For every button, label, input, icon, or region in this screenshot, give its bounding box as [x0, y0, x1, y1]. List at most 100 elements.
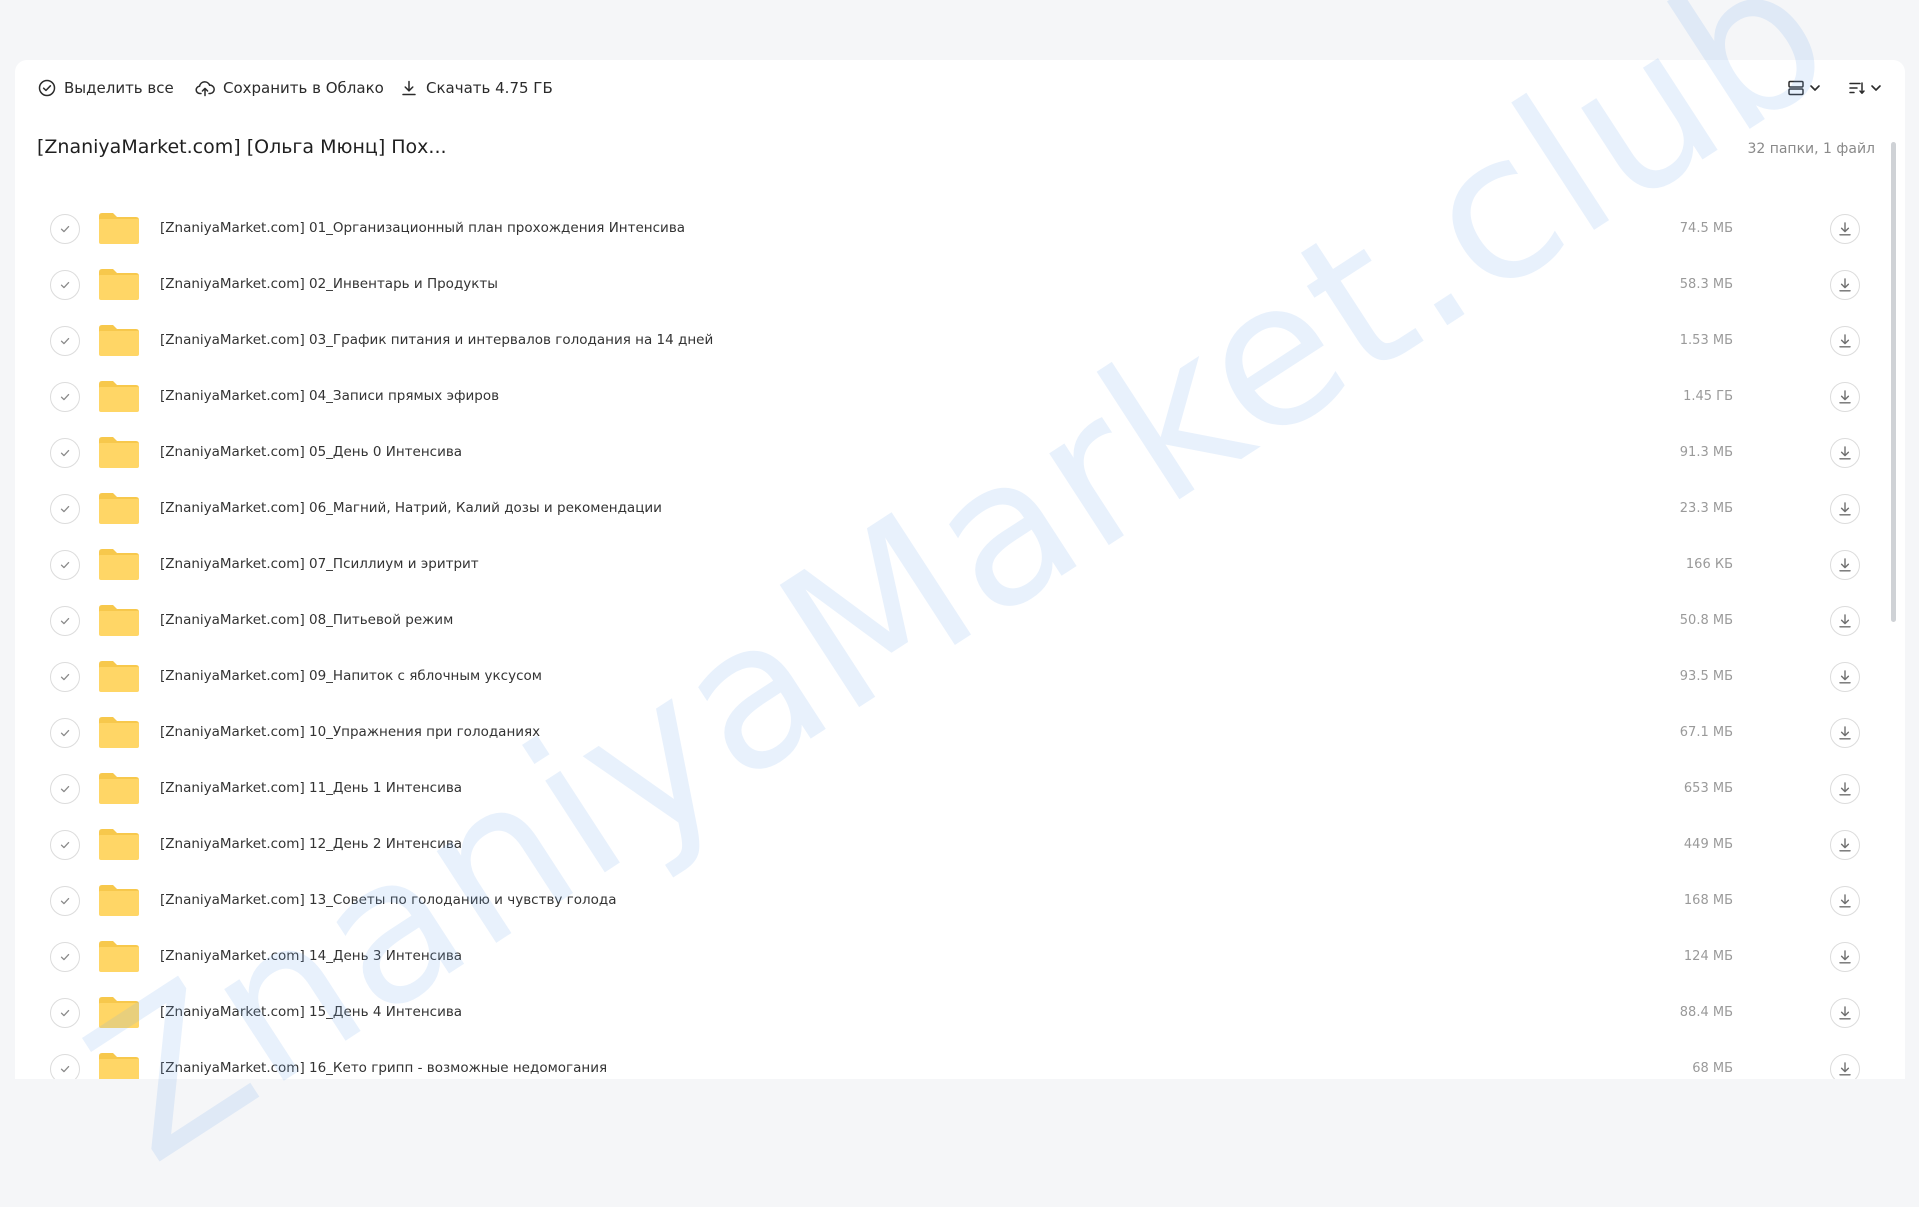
list-item[interactable]: [ZnaniyaMarket.com] 14_День 3 Интенсива …	[15, 930, 1890, 986]
folder-icon	[99, 605, 139, 636]
download-button[interactable]	[1830, 438, 1860, 468]
list-item[interactable]: [ZnaniyaMarket.com] 08_Питьевой режим 50…	[15, 594, 1890, 650]
list-item[interactable]: [ZnaniyaMarket.com] 11_День 1 Интенсива …	[15, 762, 1890, 818]
folder-icon	[99, 773, 139, 804]
list-item[interactable]: [ZnaniyaMarket.com] 09_Напиток с яблочны…	[15, 650, 1890, 706]
select-checkbox[interactable]	[50, 830, 80, 860]
list-item[interactable]: [ZnaniyaMarket.com] 12_День 2 Интенсива …	[15, 818, 1890, 874]
select-checkbox[interactable]	[50, 606, 80, 636]
file-name[interactable]: [ZnaniyaMarket.com] 05_День 0 Интенсива	[160, 444, 462, 460]
select-checkbox[interactable]	[50, 662, 80, 692]
download-button[interactable]	[1830, 270, 1860, 300]
download-icon	[1839, 334, 1851, 348]
file-name[interactable]: [ZnaniyaMarket.com] 03_График питания и …	[160, 332, 713, 348]
select-checkbox[interactable]	[50, 438, 80, 468]
download-button[interactable]	[1830, 494, 1860, 524]
file-name[interactable]: [ZnaniyaMarket.com] 06_Магний, Натрий, К…	[160, 500, 662, 516]
folder-icon	[99, 437, 139, 468]
select-checkbox[interactable]	[50, 1054, 80, 1079]
list-item[interactable]: [ZnaniyaMarket.com] 04_Записи прямых эфи…	[15, 370, 1890, 426]
check-icon	[60, 729, 70, 737]
toolbar: Выделить все Сохранить в Облако Скачать …	[15, 60, 1905, 114]
download-button[interactable]	[1830, 382, 1860, 412]
file-name[interactable]: [ZnaniyaMarket.com] 02_Инвентарь и Проду…	[160, 276, 498, 292]
list-item[interactable]: [ZnaniyaMarket.com] 03_График питания и …	[15, 314, 1890, 370]
download-button[interactable]	[1830, 774, 1860, 804]
folder-icon	[99, 213, 139, 244]
save-to-cloud-button[interactable]: Сохранить в Облако	[195, 76, 384, 100]
select-checkbox[interactable]	[50, 270, 80, 300]
check-icon	[60, 1009, 70, 1017]
download-button[interactable]	[1830, 550, 1860, 580]
file-name[interactable]: [ZnaniyaMarket.com] 09_Напиток с яблочны…	[160, 668, 542, 684]
check-icon	[60, 393, 70, 401]
select-checkbox[interactable]	[50, 886, 80, 916]
chevron-down-icon	[1810, 85, 1820, 91]
check-icon	[60, 225, 70, 233]
download-button[interactable]	[1830, 718, 1860, 748]
save-to-cloud-label: Сохранить в Облако	[223, 79, 384, 97]
sort-dropdown[interactable]	[1848, 75, 1883, 101]
list-item[interactable]: [ZnaniyaMarket.com] 01_Организационный п…	[15, 202, 1890, 258]
file-name[interactable]: [ZnaniyaMarket.com] 08_Питьевой режим	[160, 612, 453, 628]
view-mode-dropdown[interactable]	[1787, 75, 1822, 101]
file-size: 653 МБ	[1683, 781, 1733, 796]
list-item[interactable]: [ZnaniyaMarket.com] 16_Кето грипп - возм…	[15, 1042, 1890, 1079]
folder-icon	[99, 269, 139, 300]
check-icon	[60, 281, 70, 289]
download-button[interactable]	[1830, 1054, 1860, 1079]
scrollbar-thumb[interactable]	[1891, 142, 1896, 622]
scrollbar[interactable]	[1890, 142, 1898, 1079]
select-checkbox[interactable]	[50, 214, 80, 244]
download-button[interactable]	[1830, 830, 1860, 860]
list-item[interactable]: [ZnaniyaMarket.com] 10_Упражнения при го…	[15, 706, 1890, 762]
select-checkbox[interactable]	[50, 494, 80, 524]
check-icon	[60, 617, 70, 625]
select-all-label: Выделить все	[64, 79, 174, 97]
select-checkbox[interactable]	[50, 550, 80, 580]
file-browser-panel: Выделить все Сохранить в Облако Скачать …	[15, 60, 1905, 1079]
file-name[interactable]: [ZnaniyaMarket.com] 15_День 4 Интенсива	[160, 1004, 462, 1020]
download-button[interactable]	[1830, 606, 1860, 636]
select-checkbox[interactable]	[50, 382, 80, 412]
download-button[interactable]	[1830, 886, 1860, 916]
download-button[interactable]	[1830, 998, 1860, 1028]
select-checkbox[interactable]	[50, 718, 80, 748]
file-name[interactable]: [ZnaniyaMarket.com] 01_Организационный п…	[160, 220, 685, 236]
list-item[interactable]: [ZnaniyaMarket.com] 02_Инвентарь и Проду…	[15, 258, 1890, 314]
file-size: 168 МБ	[1683, 893, 1733, 908]
list-view-icon	[1788, 80, 1804, 96]
list-item[interactable]: [ZnaniyaMarket.com] 13_Советы по голодан…	[15, 874, 1890, 930]
list-item[interactable]: [ZnaniyaMarket.com] 05_День 0 Интенсива …	[15, 426, 1890, 482]
file-name[interactable]: [ZnaniyaMarket.com] 11_День 1 Интенсива	[160, 780, 462, 796]
file-name[interactable]: [ZnaniyaMarket.com] 12_День 2 Интенсива	[160, 836, 462, 852]
download-button[interactable]	[1830, 942, 1860, 972]
select-all-button[interactable]: Выделить все	[38, 76, 174, 100]
select-checkbox[interactable]	[50, 998, 80, 1028]
file-name[interactable]: [ZnaniyaMarket.com] 13_Советы по голодан…	[160, 892, 617, 908]
file-size: 91.3 МБ	[1679, 445, 1733, 460]
download-button[interactable]	[1830, 662, 1860, 692]
file-size: 1.45 ГБ	[1683, 389, 1733, 404]
download-icon	[1839, 1006, 1851, 1020]
file-size: 124 МБ	[1683, 949, 1733, 964]
file-name[interactable]: [ZnaniyaMarket.com] 07_Псиллиум и эритри…	[160, 556, 479, 572]
file-name[interactable]: [ZnaniyaMarket.com] 16_Кето грипп - возм…	[160, 1060, 607, 1076]
select-checkbox[interactable]	[50, 942, 80, 972]
sort-icon	[1849, 82, 1865, 94]
download-icon	[402, 80, 416, 96]
select-checkbox[interactable]	[50, 774, 80, 804]
download-button[interactable]	[1830, 214, 1860, 244]
download-icon	[1839, 782, 1851, 796]
select-checkbox[interactable]	[50, 326, 80, 356]
list-item[interactable]: [ZnaniyaMarket.com] 07_Псиллиум и эритри…	[15, 538, 1890, 594]
list-item[interactable]: [ZnaniyaMarket.com] 15_День 4 Интенсива …	[15, 986, 1890, 1042]
list-item[interactable]: [ZnaniyaMarket.com] 06_Магний, Натрий, К…	[15, 482, 1890, 538]
download-icon	[1839, 446, 1851, 460]
download-all-button[interactable]: Скачать 4.75 ГБ	[400, 76, 553, 100]
file-name[interactable]: [ZnaniyaMarket.com] 10_Упражнения при го…	[160, 724, 540, 740]
download-button[interactable]	[1830, 326, 1860, 356]
file-name[interactable]: [ZnaniyaMarket.com] 14_День 3 Интенсива	[160, 948, 462, 964]
folder-icon	[99, 325, 139, 356]
file-name[interactable]: [ZnaniyaMarket.com] 04_Записи прямых эфи…	[160, 388, 499, 404]
